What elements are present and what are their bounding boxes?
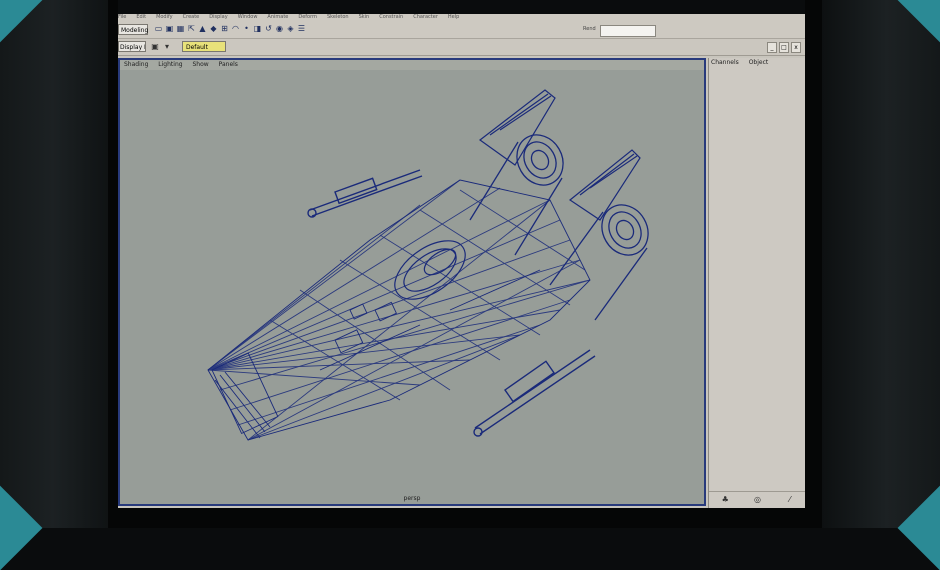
menu-shading[interactable]: Shading (124, 61, 148, 68)
spaceship-wireframe[interactable] (120, 70, 704, 492)
layer-bar: Display Layers ▣ ▾ Default _ □ x (118, 39, 805, 56)
menu-channels[interactable]: Channels (711, 59, 739, 66)
engine-left (469, 134, 564, 256)
history-icon[interactable]: ↺ (264, 23, 273, 34)
close-button[interactable]: x (791, 42, 801, 53)
render-input[interactable] (600, 25, 656, 37)
frame-edge-right (805, 0, 822, 528)
menu-panels[interactable]: Panels (219, 61, 238, 68)
layer-editor-icon[interactable]: ♣ (719, 494, 731, 506)
hull-mesh (207, 179, 591, 441)
open-scene-icon[interactable]: ▣ (165, 23, 174, 34)
ipr-icon[interactable]: ◈ (286, 23, 295, 34)
panel-window-controls: _ □ x (767, 42, 801, 53)
select-component-icon[interactable]: ◆ (209, 23, 218, 34)
status-tool-icons: ▭ ▣ ▦ ⇱ ▲ ◆ ⊞ ◠ • ◨ ↺ ◉ ◈ ☰ (154, 23, 306, 36)
layer-options-icon[interactable]: ▣ (150, 41, 160, 52)
panel-menu: Shading Lighting Show Panels (120, 60, 704, 70)
channel-box: Channels Object ♣ ◎ ⁄ (708, 58, 805, 508)
cannon-bottom (473, 349, 596, 437)
current-layer-field[interactable]: Default (182, 41, 226, 52)
snap-view-icon[interactable]: ◨ (253, 23, 262, 34)
camera-label: persp (403, 495, 421, 502)
snap-grid-icon[interactable]: ⊞ (220, 23, 229, 34)
status-line: Modeling ▭ ▣ ▦ ⇱ ▲ ◆ ⊞ ◠ • ◨ ↺ ◉ ◈ ☰ Rend (118, 20, 805, 39)
select-hierarchy-icon[interactable]: ⇱ (187, 23, 196, 34)
channel-box-header: Channels Object (709, 58, 805, 68)
select-object-icon[interactable]: ▲ (198, 23, 207, 34)
channel-box-toolbar: ♣ ◎ ⁄ (709, 491, 805, 508)
menu-lighting[interactable]: Lighting (158, 61, 182, 68)
layer-icons: ▣ ▾ (150, 41, 172, 52)
tail-fins (478, 89, 641, 221)
tv-frame-left (0, 0, 118, 528)
render-icon[interactable]: ◉ (275, 23, 284, 34)
snap-curve-icon[interactable]: ◠ (231, 23, 240, 34)
perspective-viewport[interactable]: Shading Lighting Show Panels persp (118, 58, 706, 506)
tool-settings-icon[interactable]: ⁄ (784, 494, 796, 506)
attribute-icon[interactable]: ◎ (751, 494, 763, 506)
render-globals-icon[interactable]: ☰ (297, 23, 306, 34)
frame-edge-left (108, 0, 118, 528)
hull-outline (207, 179, 591, 441)
maya-window: File Edit Modify Create Display Window Animate… (118, 14, 805, 508)
screen-bottom-bezel (118, 508, 805, 528)
save-scene-icon[interactable]: ▦ (176, 23, 185, 34)
maximize-button[interactable]: □ (779, 42, 789, 53)
menu-show[interactable]: Show (192, 61, 208, 68)
menu-object[interactable]: Object (749, 59, 769, 66)
layer-dropdown-icon[interactable]: ▾ (162, 41, 172, 52)
cannon-top (307, 169, 423, 218)
tv-frame-right (822, 0, 940, 528)
render-label: Rend (583, 26, 596, 32)
mode-select[interactable]: Modeling (118, 24, 148, 35)
minimize-button[interactable]: _ (767, 42, 777, 53)
new-scene-icon[interactable]: ▭ (154, 23, 163, 34)
layer-select[interactable]: Display Layers (118, 41, 146, 52)
snap-point-icon[interactable]: • (242, 23, 251, 34)
